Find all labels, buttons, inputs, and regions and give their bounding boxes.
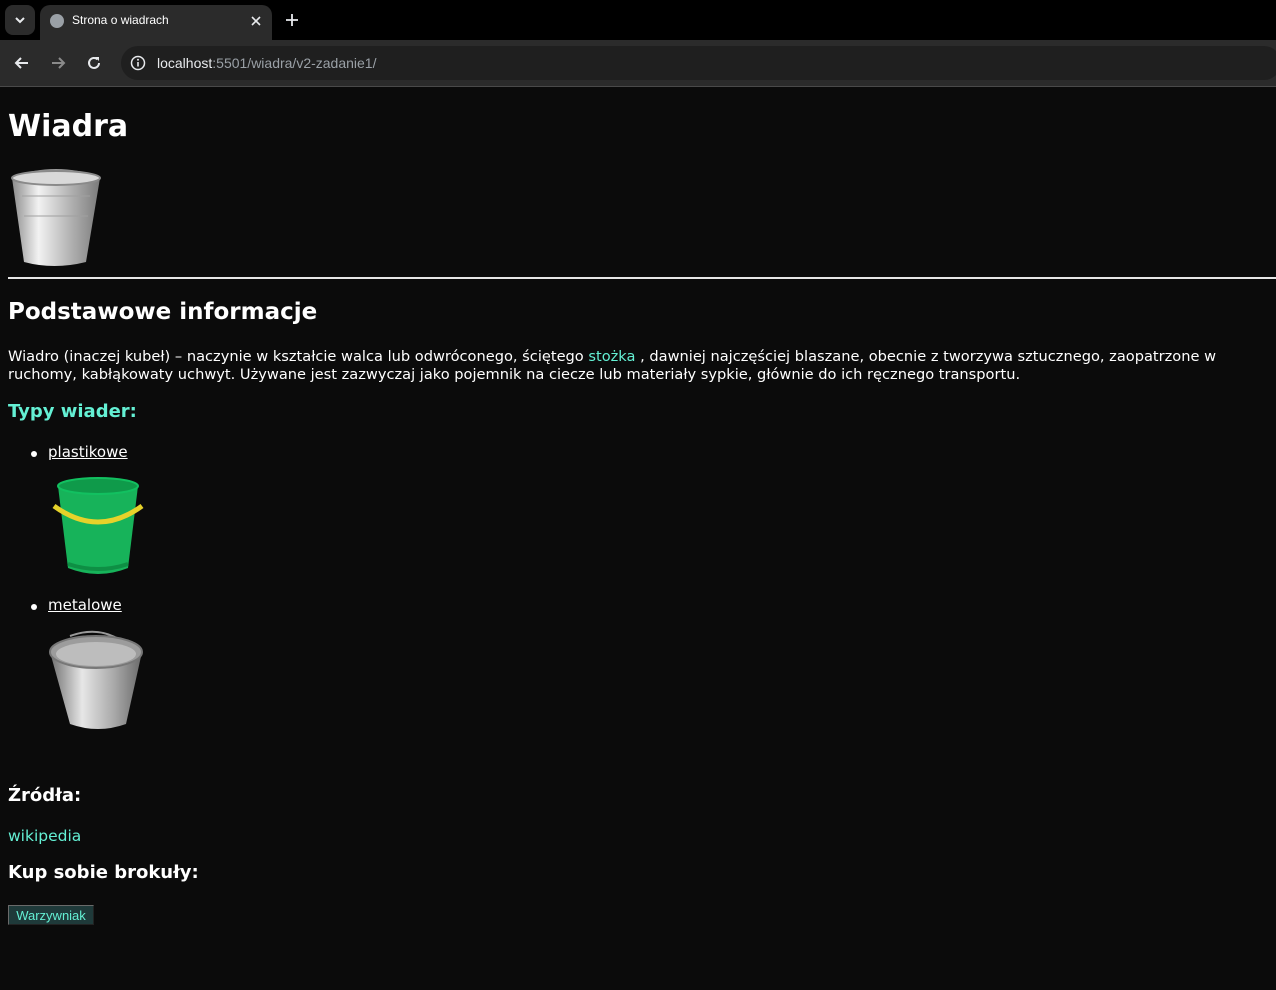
- tab-close-button[interactable]: [246, 11, 266, 31]
- plastic-link[interactable]: plastikowe: [48, 443, 128, 461]
- browser-toolbar: localhost:5501/wiadra/v2-zadanie1/: [0, 40, 1276, 87]
- page-content: Wiadra Podstawowe informacje Wiadro (ina…: [0, 87, 1276, 990]
- page-title: Wiadra: [8, 109, 129, 144]
- address-bar[interactable]: localhost:5501/wiadra/v2-zadanie1/: [121, 46, 1276, 80]
- shop-heading: Kup sobie brokuły:: [8, 862, 199, 883]
- forward-button[interactable]: [46, 51, 70, 75]
- arrow-right-icon: [52, 57, 66, 69]
- types-heading: Typy wiader:: [8, 401, 137, 422]
- arrow-left-icon: [14, 57, 28, 69]
- bullet: [31, 604, 37, 610]
- divider: [8, 277, 1276, 279]
- plus-icon: [286, 14, 298, 26]
- back-button[interactable]: [10, 51, 34, 75]
- info-icon[interactable]: [129, 54, 147, 72]
- close-icon: [251, 16, 261, 26]
- metal-bucket-image: [49, 630, 143, 729]
- tab-title: Strona o wiadrach: [72, 13, 169, 27]
- stozek-link[interactable]: stożka: [588, 348, 635, 365]
- bullet: [31, 451, 37, 457]
- metal-link[interactable]: metalowe: [48, 596, 122, 614]
- intro-paragraph: Wiadro (inaczej kubeł) – naczynie w kszt…: [8, 348, 1270, 384]
- reload-button[interactable]: [82, 51, 106, 75]
- chevron-down-icon: [15, 17, 25, 24]
- url-path: :5501/wiadra/v2-zadanie1/: [212, 55, 377, 71]
- tab-search-button[interactable]: [5, 5, 35, 35]
- active-tab[interactable]: Strona o wiadrach: [40, 5, 272, 40]
- wikipedia-link[interactable]: wikipedia: [8, 827, 81, 845]
- section-title: Podstawowe informacje: [8, 299, 318, 325]
- intro-text-start: Wiadro (inaczej kubeł) – naczynie w kszt…: [8, 348, 589, 365]
- globe-icon: [50, 14, 64, 28]
- plastic-bucket-image: [52, 477, 144, 574]
- url-host: localhost: [157, 55, 213, 71]
- browser-tabbar: Strona o wiadrach: [0, 0, 1276, 40]
- sources-heading: Źródła:: [8, 785, 82, 806]
- bucket-image: [11, 169, 101, 266]
- reload-icon: [88, 56, 100, 69]
- url-text: localhost:5501/wiadra/v2-zadanie1/: [157, 55, 377, 71]
- warzywniak-button[interactable]: Warzywniak: [8, 905, 94, 925]
- new-tab-button[interactable]: [281, 9, 303, 31]
